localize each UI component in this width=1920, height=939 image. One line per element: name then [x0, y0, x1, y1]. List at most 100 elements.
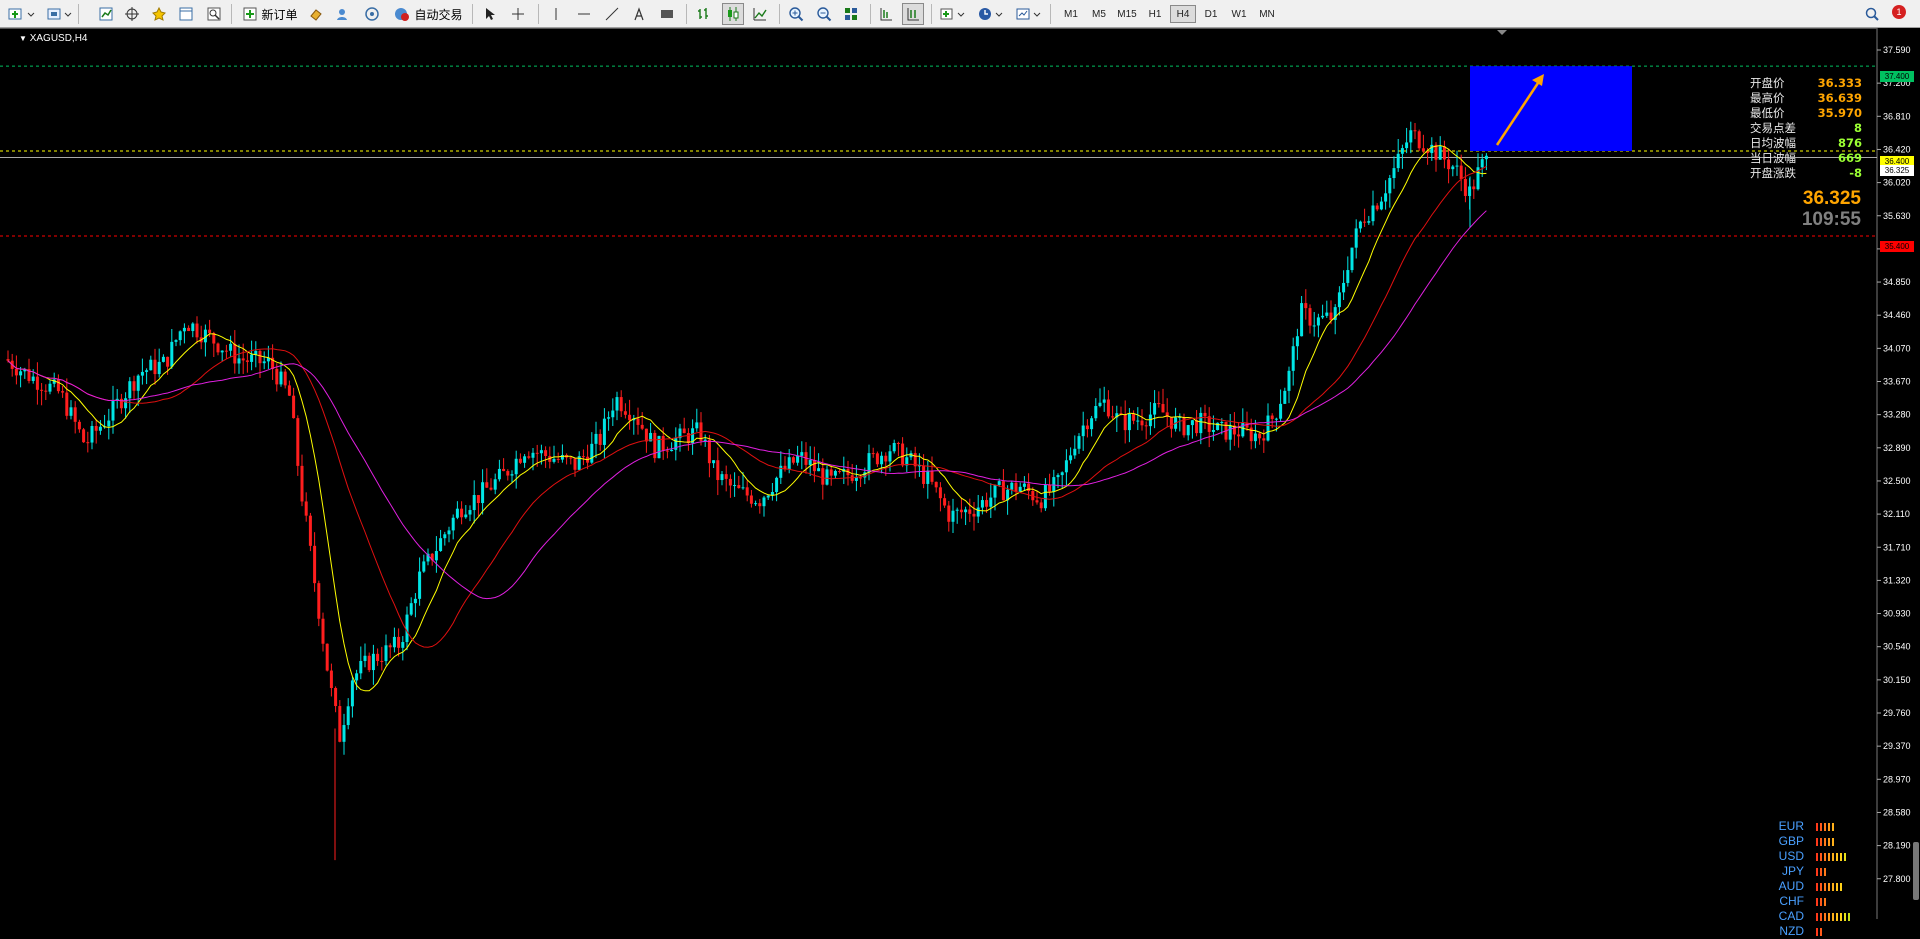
tf-h4-button[interactable]: H4: [1170, 5, 1196, 23]
price-tick-label: 37.590: [1883, 45, 1911, 55]
navigator-button[interactable]: [148, 3, 170, 25]
candlestick-chart-button[interactable]: [722, 3, 744, 25]
auto-trading-button[interactable]: 自动交易: [390, 3, 466, 25]
notification-badge[interactable]: 1: [1892, 5, 1906, 19]
currency-row: CHF: [1764, 894, 1874, 909]
candle-body: [98, 426, 102, 431]
candle-body: [1405, 142, 1409, 149]
candle-body: [1195, 420, 1199, 434]
new-order-button[interactable]: 新订单: [240, 3, 300, 25]
candle-body: [833, 471, 837, 476]
cursor-tool-button[interactable]: [480, 3, 500, 25]
strength-bar: [1820, 913, 1822, 921]
zoom-in-button[interactable]: [786, 3, 806, 25]
periods-button[interactable]: [976, 3, 1006, 25]
tf-m1-button[interactable]: M1: [1058, 5, 1084, 23]
currency-row: EUR: [1764, 819, 1874, 834]
stat-row: 当日波幅 669: [1750, 151, 1862, 166]
strategy-tester-button[interactable]: [204, 3, 224, 25]
tf-d1-button[interactable]: D1: [1198, 5, 1224, 23]
candle-body: [607, 417, 611, 419]
currency-name: JPY: [1781, 864, 1804, 878]
market-watch-button[interactable]: [96, 3, 116, 25]
crosshair-tool-button[interactable]: [508, 3, 528, 25]
price-tick-label: 33.670: [1883, 377, 1911, 387]
candle-body: [140, 371, 144, 376]
symbol-dropdown-icon[interactable]: ▼: [19, 34, 27, 43]
vertical-line-button[interactable]: [546, 3, 566, 25]
trendline-button[interactable]: [602, 3, 622, 25]
candle-body: [434, 551, 438, 561]
candle-body: [1367, 221, 1371, 223]
candle-body: [552, 458, 556, 462]
cursor-icon: [486, 8, 495, 20]
templates-button[interactable]: [1014, 3, 1044, 25]
line-chart-button[interactable]: [750, 3, 770, 25]
candle-body: [1358, 221, 1362, 229]
price-tick-label: 36.020: [1883, 178, 1911, 188]
candle-body: [1220, 421, 1224, 423]
tf-m5-button[interactable]: M5: [1086, 5, 1112, 23]
candle-body: [1409, 130, 1413, 143]
tile-windows-button[interactable]: [841, 3, 861, 25]
candle-body: [1396, 153, 1400, 169]
candle-body: [535, 452, 539, 454]
search-button[interactable]: [1862, 3, 1882, 25]
text-label-button[interactable]: [657, 3, 677, 25]
chart-window[interactable]: 37.59037.20036.81036.42036.02035.63035.2…: [0, 28, 1920, 938]
metaeditor-button[interactable]: [306, 3, 326, 25]
chart-scroll-handle[interactable]: [1913, 842, 1919, 900]
new-chart-button[interactable]: [6, 3, 36, 25]
candle-body: [1337, 292, 1341, 308]
candle-body: [1392, 168, 1396, 179]
tf-h1-button[interactable]: H1: [1142, 5, 1168, 23]
candle-body: [812, 460, 816, 472]
candle-body: [195, 323, 199, 338]
price-chart[interactable]: 37.59037.20036.81036.42036.02035.63035.2…: [0, 28, 1920, 919]
candle-body: [854, 477, 858, 481]
candle-body: [124, 398, 128, 409]
tf-m15-button[interactable]: M15: [1114, 5, 1140, 23]
bar-chart-icon: [698, 8, 708, 19]
indicators-icon: [940, 8, 965, 20]
bar-chart-button[interactable]: [694, 3, 714, 25]
candle-body: [422, 561, 426, 572]
horizontal-line-button[interactable]: [574, 3, 594, 25]
candle-body: [1258, 433, 1262, 439]
signals-button[interactable]: [332, 3, 352, 25]
market-button[interactable]: [362, 3, 382, 25]
candle-body: [44, 390, 48, 392]
candle-body: [1253, 433, 1257, 442]
chart-shift-button[interactable]: [876, 3, 896, 25]
candle-body: [825, 469, 829, 485]
candle-body: [1287, 370, 1291, 391]
indicators-button[interactable]: [938, 3, 968, 25]
candle-body: [838, 471, 842, 473]
currency-strength-panel: EUR GBP USD JPY AUD CHF CAD NZD: [1764, 819, 1874, 939]
text-tool-button[interactable]: [629, 3, 649, 25]
tf-w1-button[interactable]: W1: [1226, 5, 1252, 23]
candle-body: [1056, 475, 1060, 478]
bid-price-tag: 36.325: [1880, 165, 1914, 176]
candle-body: [233, 343, 237, 364]
candle-body: [1228, 425, 1232, 440]
candle-body: [615, 397, 619, 411]
stat-value: -8: [1849, 166, 1862, 180]
candle-body: [111, 400, 115, 421]
auto-scroll-button[interactable]: [902, 3, 924, 25]
zoom-out-button[interactable]: [814, 3, 834, 25]
auto-scroll-icon: [907, 8, 919, 21]
terminal-button[interactable]: [176, 3, 196, 25]
profiles-button[interactable]: [44, 3, 74, 25]
candle-body: [955, 509, 959, 511]
candle-body: [220, 350, 224, 353]
candle-body: [1442, 146, 1446, 160]
price-tick-label: 28.190: [1883, 841, 1911, 851]
data-window-button[interactable]: [122, 3, 142, 25]
candle-body: [1329, 312, 1333, 320]
candle-body: [1094, 406, 1098, 419]
candle-body: [1451, 166, 1455, 170]
strength-bar: [1824, 868, 1826, 876]
line-chart-icon: [753, 8, 767, 21]
tf-mn-button[interactable]: MN: [1254, 5, 1280, 23]
